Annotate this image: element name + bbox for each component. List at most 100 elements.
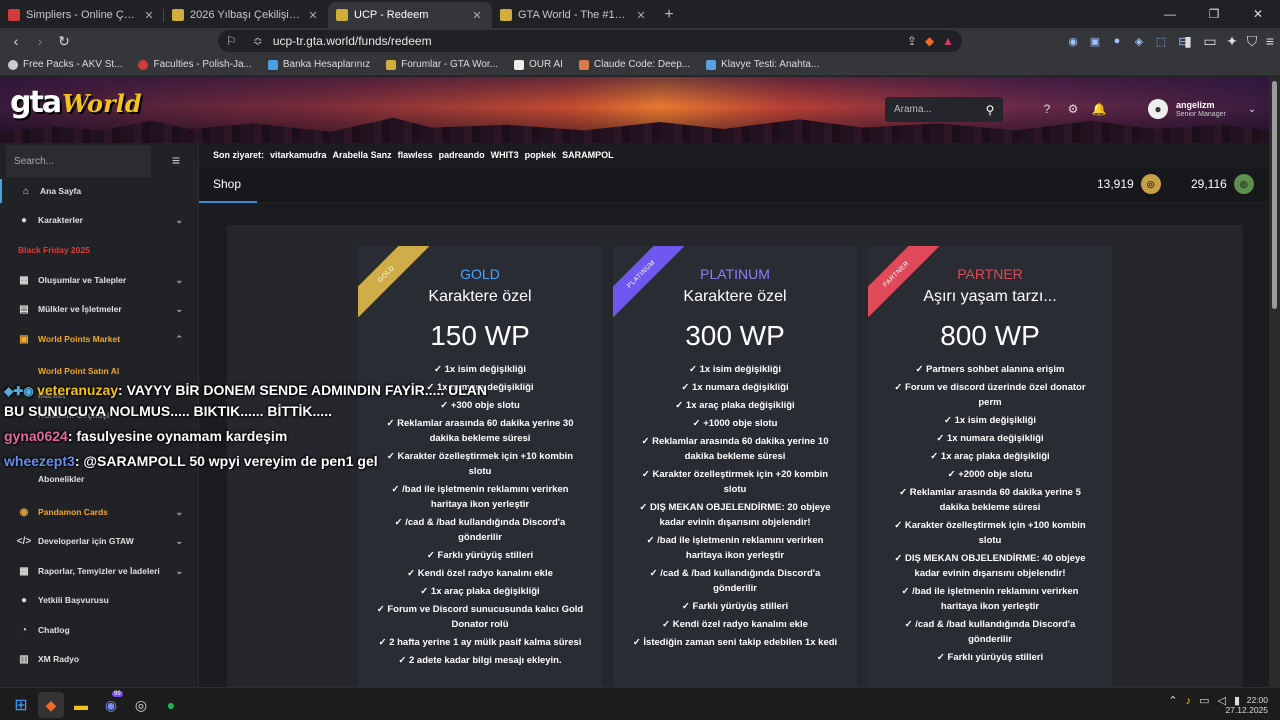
sidebar-item-xm-radio[interactable]: ▥ XM Radyo xyxy=(0,647,199,671)
feature-item: Karakter özelleştirmek için +20 kombin s… xyxy=(631,467,839,497)
scrollbar-thumb[interactable] xyxy=(1272,81,1277,309)
file-explorer-icon[interactable]: ▬ xyxy=(68,692,94,718)
sidebar-item-pandamon[interactable]: ◉ Pandamon Cards ⌄ xyxy=(0,500,199,524)
recent-user-link[interactable]: flawless xyxy=(398,150,433,160)
sidebar-item-staff-application[interactable]: ● Yetkili Başvurusu xyxy=(0,588,199,612)
steam-icon[interactable]: ◎ xyxy=(128,692,154,718)
sidebar-item-label: XM Radyo xyxy=(38,654,80,664)
minimize-icon[interactable]: — xyxy=(1148,0,1192,28)
tab-yilbasi[interactable]: 2026 Yılbaşı Çekilişi - Duyurular - GTA ✕ xyxy=(164,2,328,28)
bookmark-label: Banka Hesaplarınız xyxy=(282,59,371,70)
tab-favicon xyxy=(172,9,184,21)
feature-item: 1x numara değişikliği xyxy=(631,380,839,395)
bookmark-icon[interactable]: ⚐ xyxy=(226,34,237,48)
user-menu[interactable]: ● angelizm Senior Manager ⌄ xyxy=(1148,99,1256,119)
extension-icon[interactable]: ● xyxy=(1108,30,1126,52)
window-close-icon[interactable]: ✕ xyxy=(1236,0,1280,28)
forward-icon[interactable]: › xyxy=(28,29,52,53)
sidebar-icon[interactable]: ▮ xyxy=(1176,29,1200,53)
hamburger-icon[interactable]: ≡ xyxy=(167,151,185,169)
header-search-input[interactable]: Arama... ⚲ xyxy=(885,97,1003,122)
close-icon[interactable]: ✕ xyxy=(634,8,648,22)
sidebar-search-input[interactable]: Search... xyxy=(6,145,151,177)
sidebar-item-reports[interactable]: ▦ Raporlar, Temyizler ve İadeleri ⌄ xyxy=(0,559,199,583)
bookmark-item[interactable]: Claude Code: Deep... xyxy=(578,59,690,70)
tab-shop[interactable]: Shop xyxy=(213,177,241,191)
chevron-down-icon[interactable]: ⌄ xyxy=(1248,104,1256,115)
chat-badges-icon: ◆✚◉ xyxy=(4,384,38,398)
tab-gta-world[interactable]: GTA World - The #1 Strict Roleplay Ex ✕ xyxy=(492,2,656,28)
feature-item: Kendi özel radyo kanalını ekle xyxy=(376,566,584,581)
network-icon[interactable]: ▭ xyxy=(1199,694,1209,707)
extension-icon[interactable]: ▣ xyxy=(1086,30,1104,52)
bookmark-item[interactable]: Forumlar - GTA Wor... xyxy=(386,59,498,70)
recent-user-link[interactable]: vitarkamudra xyxy=(270,150,327,160)
chevron-down-icon: ⌄ xyxy=(175,214,183,225)
microphone-icon[interactable]: ♪ xyxy=(1186,694,1192,707)
search-icon[interactable]: ⚲ xyxy=(977,103,1003,117)
close-icon[interactable]: ✕ xyxy=(142,8,156,22)
sidebar-item-home[interactable]: ⌂ Ana Sayfa xyxy=(0,179,199,203)
feature-item: Reklamlar arasında 60 dakika yerine 5 da… xyxy=(886,485,1094,515)
rewards-icon[interactable]: ▲ xyxy=(942,34,954,48)
user-role: Senior Manager xyxy=(1176,111,1226,118)
bookmark-item[interactable]: Faculties - Polish-Ja... xyxy=(138,59,252,70)
restore-icon[interactable]: ❐ xyxy=(1192,0,1236,28)
package-card-gold[interactable]: GOLD GOLD Karaktere özel 150 WP 1x isim … xyxy=(358,246,602,706)
share-icon[interactable]: ⇪ xyxy=(907,34,917,48)
recent-user-link[interactable]: padreando xyxy=(439,150,485,160)
menu-icon[interactable]: ≡ xyxy=(1258,29,1280,53)
bookmark-item[interactable]: OUR AI xyxy=(514,59,563,70)
bookmark-item[interactable]: Klavye Testi: Anahta... xyxy=(706,59,819,70)
sidebar-item-characters[interactable]: ● Karakterler ⌄ xyxy=(0,208,199,232)
sidebar-item-properties[interactable]: ▤ Mülkler ve İşletmeler ⌄ xyxy=(0,297,199,321)
bookmark-item[interactable]: Banka Hesaplarınız xyxy=(267,59,371,70)
package-card-partner[interactable]: PARTNER PARTNER Aşırı yaşam tarzı... 800… xyxy=(868,246,1112,706)
back-icon[interactable]: ‹ xyxy=(4,29,28,53)
sidebar-item-chatlog[interactable]: ◔ Chatlog xyxy=(0,618,199,642)
recent-user-link[interactable]: popkek xyxy=(525,150,557,160)
tab-ucp-redeem[interactable]: UCP - Redeem ✕ xyxy=(328,2,492,28)
help-icon[interactable]: ? xyxy=(1040,102,1054,116)
address-bar[interactable]: ⚐ ≎ ucp-tr.gta.world/funds/redeem ⇪ ◆ ▲ xyxy=(218,30,962,52)
bookmark-item[interactable]: Free Packs - AKV St... xyxy=(8,59,122,70)
page-scrollbar[interactable] xyxy=(1269,77,1280,687)
site-info-icon[interactable]: ≎ xyxy=(253,34,263,48)
chevron-up-icon[interactable]: ⌃ xyxy=(1168,694,1177,707)
system-clock[interactable]: 22:00 27.12.2025 xyxy=(1225,695,1268,715)
recent-user-link[interactable]: WHIT3 xyxy=(491,150,519,160)
sidebar-item-label: Black Friday 2025 xyxy=(18,245,90,255)
close-icon[interactable]: ✕ xyxy=(306,8,320,22)
chevron-up-icon: ⌃ xyxy=(175,333,183,344)
close-icon[interactable]: ✕ xyxy=(470,8,484,22)
spotify-icon[interactable]: ● xyxy=(158,692,184,718)
windows-start-icon[interactable]: ⊞ xyxy=(8,692,34,718)
brave-browser-icon[interactable]: ◆ xyxy=(38,692,64,718)
sidebar-item-buy-wp[interactable]: World Point Satın Al xyxy=(0,359,199,383)
tab-title: Simpliers - Online Çekiliş Yap xyxy=(26,9,136,21)
feature-item: 1x isim değişikliği xyxy=(376,362,584,377)
package-card-platinum[interactable]: PLATINUM PLATINUM Karaktere özel 300 WP … xyxy=(613,246,857,706)
reload-icon[interactable]: ↻ xyxy=(52,29,76,53)
bookmark-label: Forumlar - GTA Wor... xyxy=(401,59,499,70)
extension-icon[interactable]: ⬚ xyxy=(1152,30,1170,52)
feature-item: 1x araç plaka değişikliği xyxy=(376,584,584,599)
sidebar-item-black-friday[interactable]: Black Friday 2025 xyxy=(0,238,199,262)
sidebar-item-factions[interactable]: ▦ Oluşumlar ve Talepler ⌄ xyxy=(0,268,199,292)
extension-icon[interactable]: ◈ xyxy=(1130,30,1148,52)
feature-item: Farklı yürüyüş stilleri xyxy=(886,650,1094,665)
brave-shield-icon[interactable]: ◆ xyxy=(925,34,934,48)
new-tab-icon[interactable]: + xyxy=(656,2,682,28)
sidebar-item-developers[interactable]: </> Developerlar için GTAW ⌄ xyxy=(0,529,199,553)
tab-simpliers[interactable]: Simpliers - Online Çekiliş Yap ✕ xyxy=(0,2,164,28)
sidebar-item-subscriptions[interactable]: Abonelikler xyxy=(0,467,199,491)
wallet-icon[interactable]: ▭ xyxy=(1198,29,1222,53)
recent-user-link[interactable]: Arabella Sanz xyxy=(333,150,392,160)
gta-world-logo[interactable]: gta World xyxy=(10,85,142,120)
recent-user-link[interactable]: SARAMPOL xyxy=(562,150,614,160)
extension-icon[interactable]: ◉ xyxy=(1064,30,1082,52)
notifications-icon[interactable]: 🔔 xyxy=(1092,102,1107,116)
sidebar-item-label: Abonelikler xyxy=(38,474,85,484)
sidebar-item-world-points-market[interactable]: ▣ World Points Market ⌃ xyxy=(0,327,199,351)
settings-icon[interactable]: ⚙ xyxy=(1066,102,1080,116)
